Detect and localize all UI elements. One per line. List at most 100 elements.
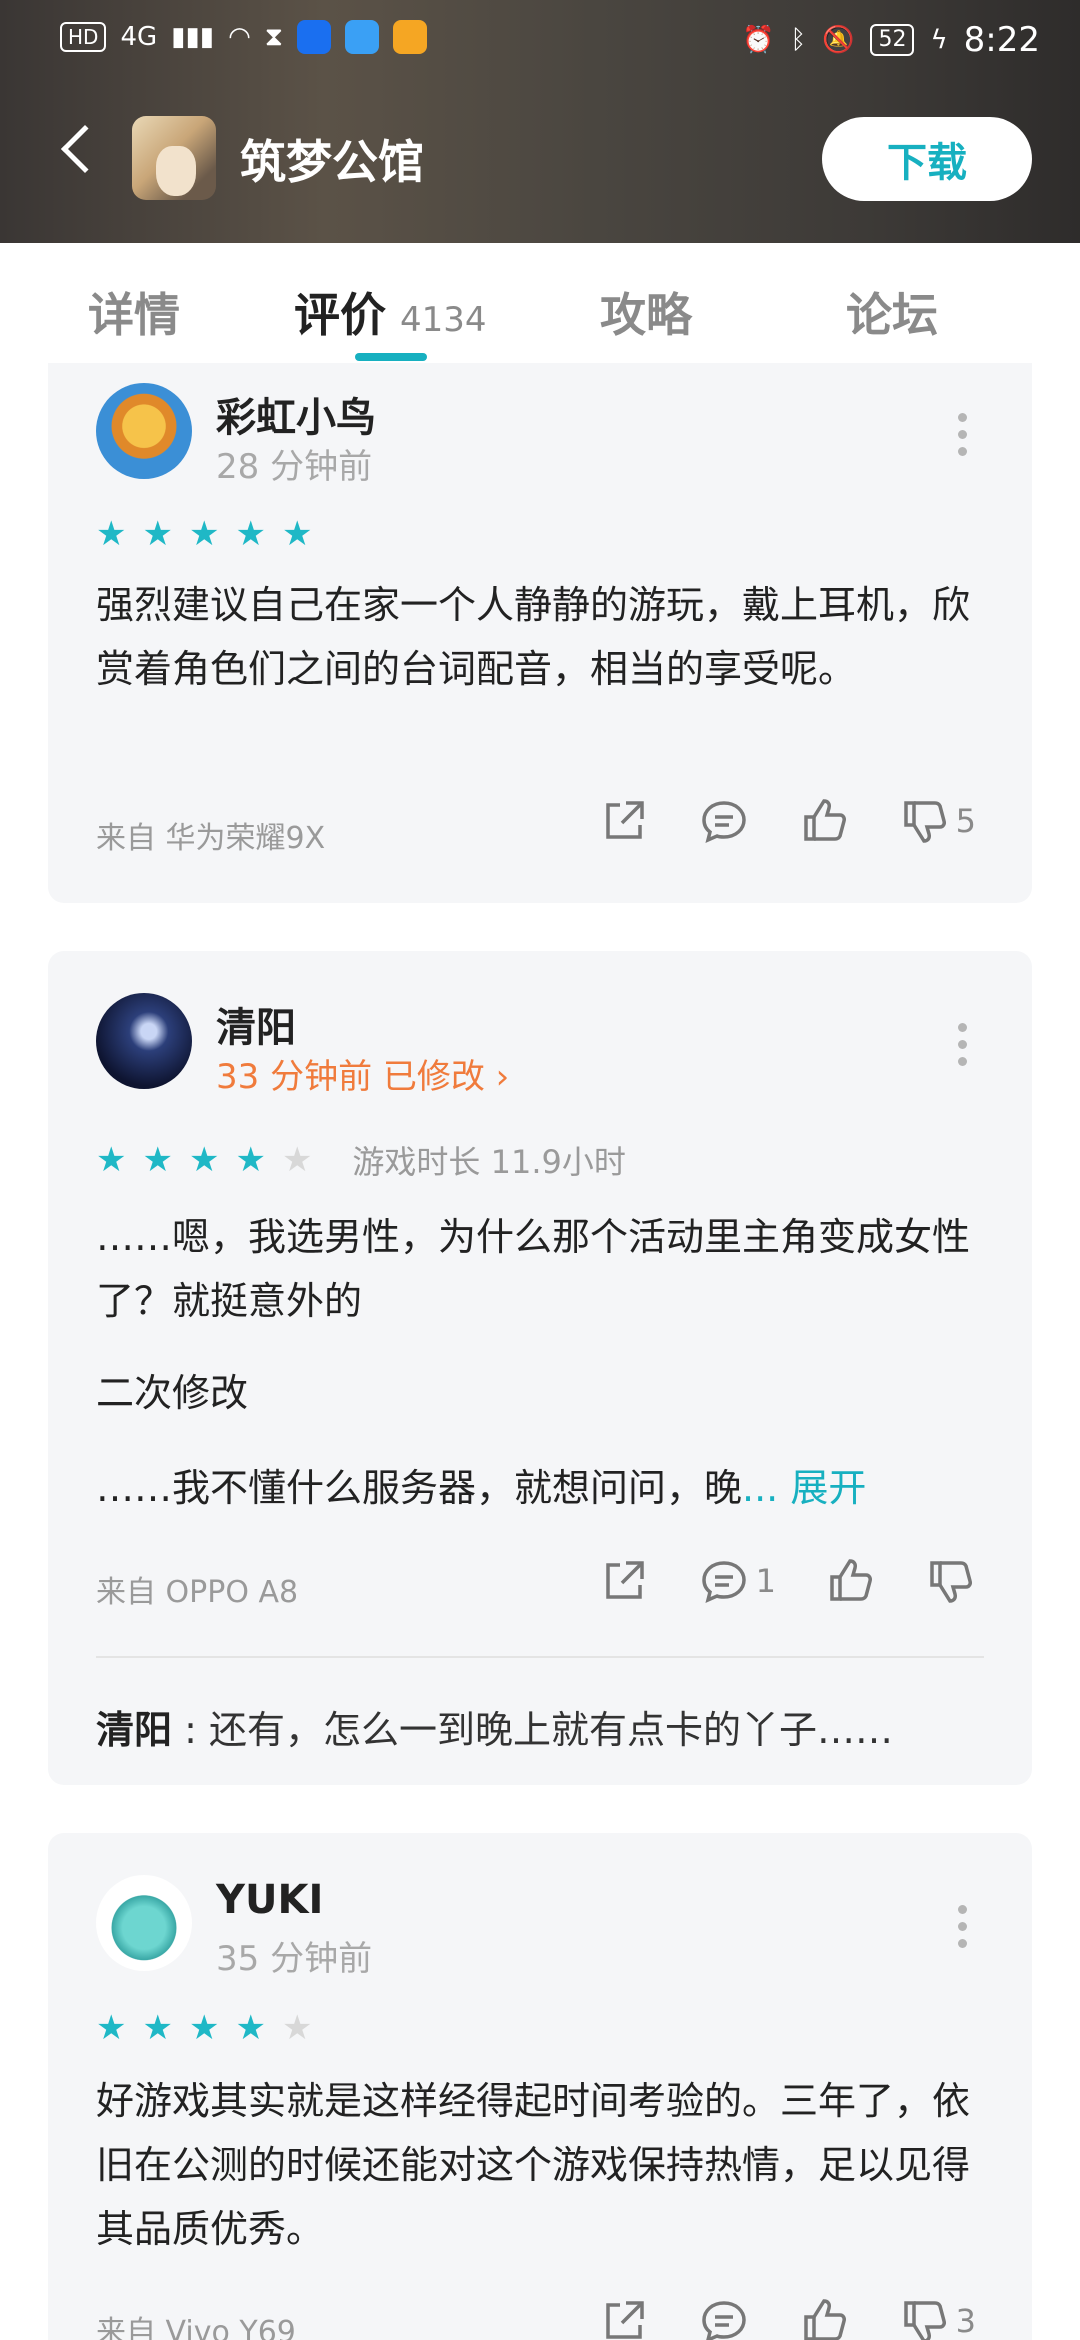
charging-icon: ϟ: [930, 25, 948, 55]
star-icon: ★: [142, 514, 173, 554]
status-bar: HD 4G ▮▮▮ ◠ ⧗ ⏰ ᛒ 🔕 52 ϟ 8:22: [0, 12, 1080, 68]
device-source: 来自 华为荣耀9X: [96, 821, 326, 856]
game-avatar: [132, 116, 216, 200]
review-time: 28 分钟前: [216, 447, 373, 487]
rating-stars: ★ ★ ★ ★ ★: [96, 517, 312, 551]
dislike-button[interactable]: 5: [898, 795, 976, 847]
tab-label: 论坛: [846, 288, 938, 342]
tab-label: 详情: [88, 288, 180, 342]
like-button[interactable]: [798, 795, 850, 847]
star-icon: ★: [142, 2008, 173, 2048]
comment-icon: [701, 801, 746, 844]
play-time: 游戏时长 11.9小时: [352, 1143, 626, 1181]
divider: [96, 1656, 984, 1658]
comment-count: 1: [755, 1562, 776, 1600]
like-button[interactable]: [798, 2295, 850, 2340]
tab-label: 攻略: [600, 288, 692, 342]
tab-details[interactable]: 详情: [88, 279, 180, 345]
network-4g-icon: 4G: [120, 22, 158, 52]
review-time: 35 分钟前: [216, 1939, 373, 1979]
more-options-icon[interactable]: [958, 1023, 968, 1074]
review-username[interactable]: 彩虹小鸟: [216, 385, 376, 443]
star-icon: ★: [96, 1140, 127, 1180]
star-icon: ★: [235, 1140, 266, 1180]
share-button[interactable]: [598, 1555, 650, 1607]
tab-label: 评价: [294, 288, 386, 342]
rating-stars: ★ ★ ★ ★ ★ 游戏时长 11.9小时: [96, 1137, 626, 1183]
alarm-icon: ⏰: [742, 25, 775, 55]
tab-guides[interactable]: 攻略: [600, 279, 692, 345]
hd-icon: HD: [60, 22, 107, 52]
review-username[interactable]: YUKI: [216, 1877, 323, 1923]
user-avatar[interactable]: [96, 383, 192, 479]
share-icon: [605, 1561, 644, 1599]
star-icon: ★: [235, 514, 266, 554]
comment-button[interactable]: 1: [698, 1555, 776, 1607]
star-icon: ★: [235, 2008, 266, 2048]
thumbs-up-icon: [830, 1559, 872, 1601]
app-icon-blue: [297, 20, 332, 54]
review-actions: 3: [550, 2295, 976, 2340]
reply-text: : 还有，怎么一到晚上就有点卡的丫子……: [172, 1708, 893, 1752]
share-button[interactable]: [598, 2295, 650, 2340]
dislike-button[interactable]: 3: [898, 2295, 976, 2340]
star-icon: ★: [188, 514, 220, 554]
bluetooth-icon: ᛒ: [790, 25, 807, 55]
expand-link[interactable]: ... 展开: [742, 1466, 866, 1510]
review-card: 彩虹小鸟 28 分钟前 ★ ★ ★ ★ ★ 强烈建议自己在家一个人静静的游玩，戴…: [48, 363, 1032, 903]
dislike-count: 3: [955, 2302, 976, 2340]
active-tab-indicator: [355, 353, 427, 361]
back-arrow-icon[interactable]: [60, 124, 110, 174]
review-text: 好游戏其实就是这样经得起时间考验的。三年了，依旧在公测的时候还能对这个游戏保持热…: [96, 2079, 971, 2251]
review-text-part: ……我不懂什么服务器，就想问问，晚: [96, 1466, 743, 1510]
thumbs-down-icon: [930, 1561, 972, 1603]
review-text: 强烈建议自己在家一个人静静的游玩，戴上耳机，欣赏着角色们之间的台词配音，相当的享…: [96, 583, 971, 691]
star-icon: ★: [281, 514, 313, 554]
hourglass-icon: ⧗: [264, 22, 284, 52]
user-avatar[interactable]: [96, 1875, 192, 1971]
rating-stars: ★ ★ ★ ★ ★: [96, 2011, 312, 2045]
review-text-truncated: ……我不懂什么服务器，就想问问，晚... 展开: [96, 1456, 996, 1520]
battery-indicator: 52: [870, 24, 915, 56]
thumbs-down-icon: [903, 2301, 946, 2340]
review-count: 4134: [400, 300, 487, 340]
share-icon: [605, 2301, 644, 2339]
review-time-edited[interactable]: 33 分钟前 已修改 ›: [216, 1049, 509, 1098]
comment-icon: [701, 1561, 746, 1604]
comment-icon: [701, 2301, 746, 2340]
thumbs-up-icon: [803, 799, 846, 841]
review-actions: 1: [550, 1555, 976, 1607]
like-button[interactable]: [824, 1555, 876, 1607]
more-options-icon[interactable]: [958, 413, 968, 464]
wifi-icon: ◠: [228, 22, 251, 52]
review-card: YUKI 35 分钟前 ★ ★ ★ ★ ★ 好游戏其实就是这样经得起时间考验的。…: [48, 1833, 1032, 2340]
tab-bar: 详情 评价 4134 攻略 论坛: [0, 243, 1080, 363]
signal-icon: ▮▮▮: [171, 22, 215, 52]
star-empty-icon: ★: [281, 2008, 313, 2048]
star-icon: ★: [142, 1140, 173, 1180]
comment-button[interactable]: [698, 2295, 750, 2340]
star-icon: ★: [96, 514, 127, 554]
share-button[interactable]: [598, 795, 650, 847]
thumbs-down-icon: [903, 801, 946, 843]
more-options-icon[interactable]: [958, 1905, 968, 1956]
star-icon: ★: [188, 2008, 220, 2048]
star-icon: ★: [188, 1140, 220, 1180]
dislike-count: 5: [955, 802, 976, 840]
review-username[interactable]: 清阳: [216, 995, 296, 1053]
mute-icon: 🔕: [822, 25, 855, 55]
review-text: ……嗯，我选男性，为什么那个活动里主角变成女性了？就挺意外的: [96, 1215, 971, 1323]
device-source: 来自 Vivo Y69: [96, 2315, 296, 2340]
tab-reviews[interactable]: 评价 4134: [294, 279, 487, 345]
reply-username: 清阳: [96, 1708, 173, 1752]
user-avatar[interactable]: [96, 993, 192, 1089]
device-source: 来自 OPPO A8: [96, 1575, 299, 1610]
reply-preview[interactable]: 清阳 : 还有，怎么一到晚上就有点卡的丫子……: [96, 1699, 996, 1754]
app-icon-orange: [393, 20, 428, 54]
download-button[interactable]: 下载: [822, 117, 1032, 201]
dislike-button[interactable]: [924, 1555, 976, 1607]
star-empty-icon: ★: [281, 1140, 313, 1180]
game-title: 筑梦公馆: [240, 135, 424, 189]
tab-forum[interactable]: 论坛: [846, 279, 938, 345]
comment-button[interactable]: [698, 795, 750, 847]
